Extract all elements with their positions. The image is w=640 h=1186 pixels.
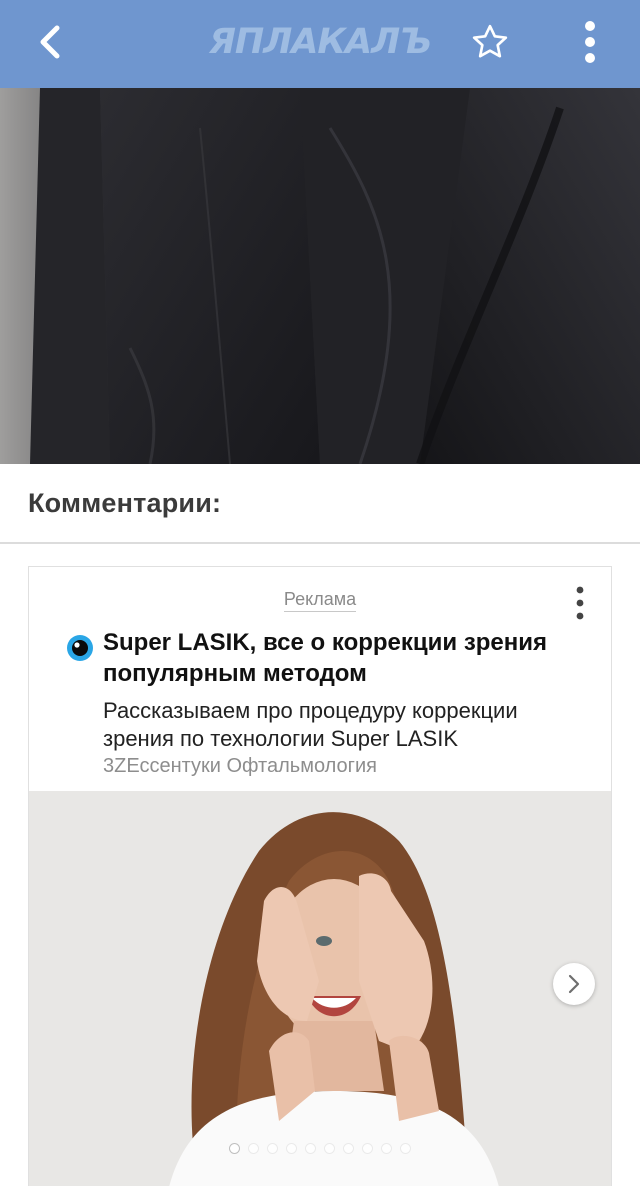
eye-icon — [65, 633, 95, 663]
carousel-dot[interactable] — [343, 1143, 354, 1154]
carousel-dot[interactable] — [400, 1143, 411, 1154]
ad-domain[interactable]: 3ZЕссентуки Офтальмология — [103, 755, 377, 778]
carousel-next-button[interactable] — [553, 963, 595, 1005]
carousel-dot[interactable] — [381, 1143, 392, 1154]
carousel-dot[interactable] — [248, 1143, 259, 1154]
carousel-dot[interactable] — [286, 1143, 297, 1154]
divider — [0, 542, 640, 544]
ad-title[interactable]: Super LASIK, все о коррекции зрения попу… — [103, 627, 593, 689]
carousel-dot[interactable] — [229, 1143, 240, 1154]
back-arrow-icon — [40, 25, 60, 59]
post-image[interactable] — [0, 88, 640, 464]
app-bar: ЯПЛАКАЛЪ — [0, 0, 640, 88]
more-vert-icon — [585, 21, 595, 63]
ad-card[interactable]: Реклама Super LASIK, все о коррекции зре… — [28, 566, 612, 1186]
star-icon — [472, 24, 508, 58]
ad-options-button[interactable] — [565, 581, 595, 625]
ad-label: Реклама — [29, 589, 611, 612]
back-button[interactable] — [22, 14, 78, 70]
carousel-dot[interactable] — [324, 1143, 335, 1154]
carousel-dots — [29, 1143, 611, 1154]
carousel-dot[interactable] — [267, 1143, 278, 1154]
carousel-dot[interactable] — [362, 1143, 373, 1154]
more-vert-icon — [576, 586, 584, 620]
ad-description: Рассказываем про процедуру коррекции зре… — [103, 698, 518, 751]
menu-button[interactable] — [562, 14, 618, 70]
logo-text: ЯПЛАКАЛЪ — [208, 22, 432, 62]
favorite-button[interactable] — [462, 14, 518, 70]
chevron-right-icon — [568, 974, 580, 994]
comments-heading: Комментарии: — [28, 488, 222, 518]
app-logo[interactable]: ЯПЛАКАЛЪ — [196, 20, 444, 64]
ad-carousel-image[interactable] — [29, 791, 611, 1186]
carousel-dot[interactable] — [305, 1143, 316, 1154]
